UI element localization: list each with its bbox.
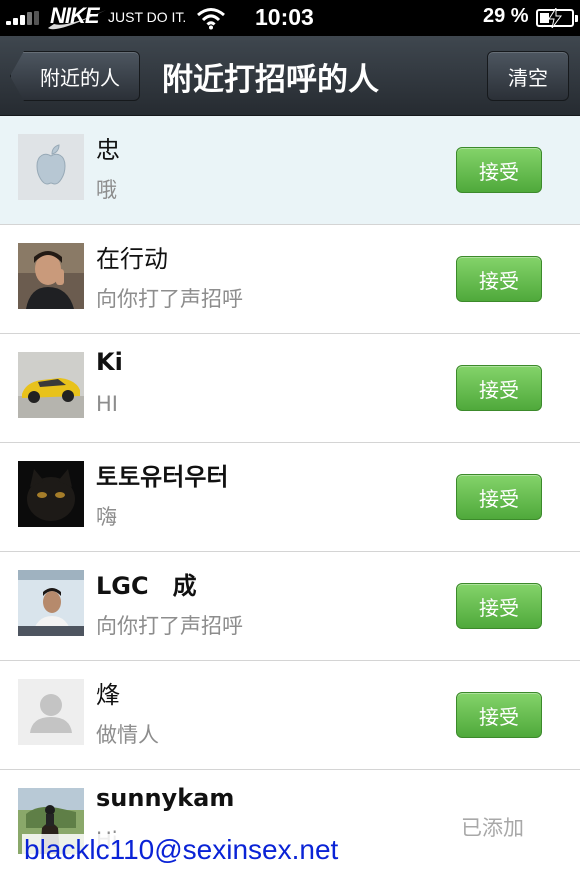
accept-button[interactable]: 接受 (456, 583, 542, 629)
back-button[interactable]: 附近的人 (10, 51, 140, 101)
avatar[interactable] (18, 134, 84, 200)
black-cat-photo (18, 461, 84, 527)
avatar[interactable] (18, 352, 84, 418)
accept-button[interactable]: 接受 (456, 256, 542, 302)
list-item[interactable]: LGC 成 向你打了声招呼 接受 (0, 552, 580, 661)
man-at-desk-photo (18, 570, 84, 636)
status-bar: NIKE JUST DO IT. 10:03 29 % (0, 0, 580, 36)
greetings-list: 忠 哦 接受 在行动 向你打了声招呼 接受 Ki HI 接受 토토유터우터 嗨 … (0, 116, 580, 870)
accept-button[interactable]: 接受 (456, 365, 542, 411)
list-item[interactable]: 在行动 向你打了声招呼 接受 (0, 225, 580, 334)
list-item[interactable]: 토토유터우터 嗨 接受 (0, 443, 580, 552)
carrier-text: JUST DO IT. (108, 9, 187, 25)
list-item[interactable]: 忠 哦 接受 (0, 116, 580, 225)
user-name: 在行动 (96, 245, 168, 273)
wifi-icon (197, 8, 225, 30)
greeting-message: HI (96, 392, 118, 416)
greeting-message: 向你打了声招呼 (96, 287, 243, 311)
clear-button[interactable]: 清空 (487, 51, 569, 101)
clock: 10:03 (255, 4, 314, 30)
carrier-logo: NIKE (50, 3, 100, 28)
navigation-bar: 附近的人 附近打招呼的人 清空 (0, 36, 580, 116)
signal-icon (6, 11, 40, 25)
user-name: sunnykam (96, 784, 235, 812)
list-item[interactable]: Ki HI 接受 (0, 334, 580, 443)
greeting-message: 向你打了声招呼 (96, 614, 243, 638)
user-name: 忠 (96, 136, 120, 164)
greeting-message: 做情人 (96, 723, 159, 747)
battery-percent: 29 % (483, 5, 529, 27)
user-name: 烽 (96, 681, 120, 709)
avatar[interactable] (18, 243, 84, 309)
user-name: Ki (96, 348, 123, 376)
battery-icon (536, 8, 578, 28)
apple-logo-icon (18, 134, 84, 200)
accept-button[interactable]: 接受 (456, 692, 542, 738)
avatar[interactable] (18, 679, 84, 745)
man-on-phone-photo (18, 243, 84, 309)
charging-bolt-icon (548, 8, 562, 28)
greeting-message: 哦 (96, 178, 117, 202)
yellow-car-photo (18, 352, 84, 418)
default-person-icon (18, 679, 84, 745)
accept-button[interactable]: 接受 (456, 147, 542, 193)
user-name: LGC 成 (96, 572, 197, 600)
watermark-text: blacklc110@sexinsex.net (22, 834, 341, 866)
accept-button[interactable]: 接受 (456, 474, 542, 520)
user-name: 토토유터우터 (96, 463, 229, 491)
added-status-label: 已添加 (461, 816, 524, 840)
greeting-message: 嗨 (96, 505, 117, 529)
page-title: 附近打招呼的人 (162, 62, 379, 98)
avatar[interactable] (18, 570, 84, 636)
list-item[interactable]: 烽 做情人 接受 (0, 661, 580, 770)
avatar[interactable] (18, 461, 84, 527)
